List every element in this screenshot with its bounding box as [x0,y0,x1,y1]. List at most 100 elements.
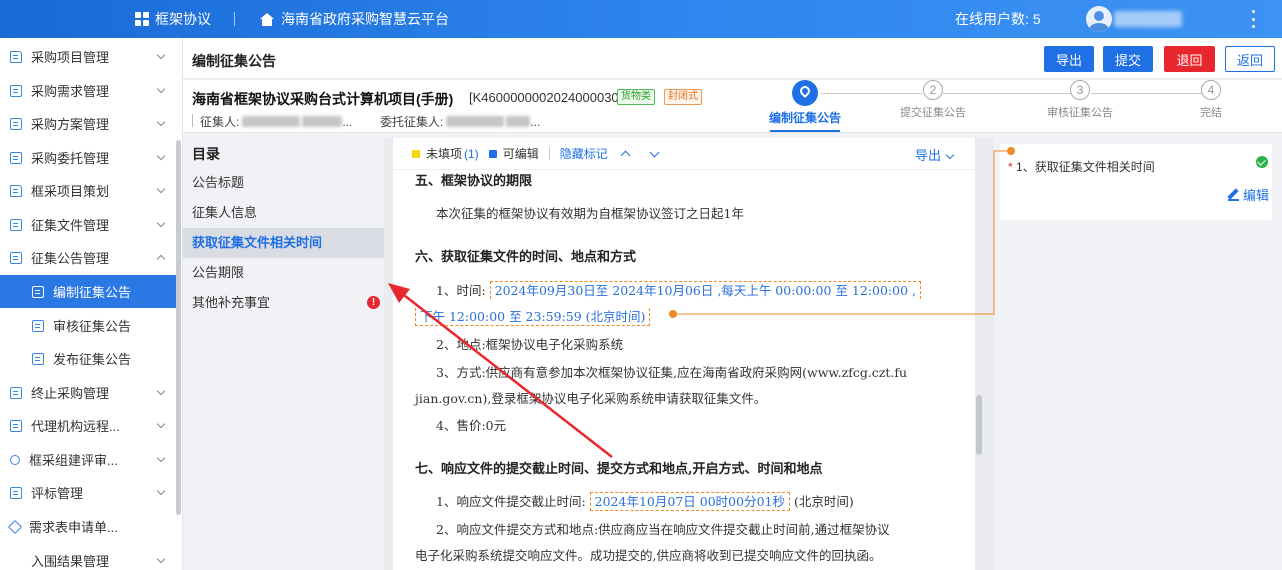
sidebar-item-bid-eval[interactable]: 评标管理 [0,476,176,509]
chevron-down-icon [156,419,166,429]
section-heading-6: 六、获取征集文件的时间、地点和方式 [415,250,637,265]
step-label: 完结 [1200,107,1222,119]
sidebar-item-label: 征集公告管理 [31,251,110,266]
field-card[interactable]: * 1、获取征集文件相关时间 编辑 [1000,144,1272,220]
sidebar-item-demand-form[interactable]: 需求表申请单... [0,510,176,543]
edit-button[interactable]: 编辑 [1228,185,1269,204]
unfilled-label: 未填项 [426,147,463,161]
platform-link[interactable]: 海南省政府采购智慧云平台 [260,0,449,38]
step-complete[interactable]: 4 完结 [1182,80,1240,120]
chevron-down-icon [156,218,166,228]
document-area: 未填项 (1) 可编辑 隐藏标记 导出 五、框架协议的期限 本次征集的框架协议有… [384,138,994,570]
toc-item-collector[interactable]: 征集人信息 [183,198,384,228]
document-icon [10,151,22,164]
field-panel: * 1、获取征集文件相关时间 编辑 [994,138,1282,570]
sidebar-item-shortlist[interactable]: 入围结果管理 [0,544,176,570]
back-button[interactable]: 返回 [1225,46,1275,72]
toc-item-other[interactable]: 其他补充事宜 ! [183,288,384,318]
submit-button[interactable]: 提交 [1103,46,1153,72]
sidebar-item-entrust[interactable]: 采购委托管理 [0,141,176,174]
time-label: 1、时间: [436,283,486,298]
document-icon [10,218,22,231]
active-step-underline [770,130,840,132]
top-bar: 框架协议 海南省政府采购智慧云平台 在线用户数: 5 [0,0,1282,38]
chevron-down-icon [156,151,166,161]
sidebar-item-label: 框采项目策划 [31,184,110,199]
step-label: 编制征集公告 [768,111,841,125]
sidebar-item-notice-mgmt[interactable]: 征集公告管理 [0,241,176,274]
project-info: 海南省框架协议采购台式计算机项目(手册) [K46000000020240000… [183,80,1282,133]
deadline-line: 1、响应文件提交截止时间: 2024年10月07日 00时00分01秒 (北京时… [436,491,854,511]
time-field-part2[interactable]: 下午 12:00:00 至 23:59:59 (北京时间) [415,308,651,326]
review-document-icon [32,319,44,332]
chevron-down-icon[interactable] [649,147,660,157]
user-group-icon [10,454,20,465]
sidebar-scrollbar[interactable] [176,140,181,515]
sidebar-item-edit-notice[interactable]: 编制征集公告 [0,275,176,308]
delegate-ellipsis: ... [530,115,541,129]
hide-marks-button[interactable]: 隐藏标记 [560,145,608,162]
chevron-down-icon [156,84,166,94]
platform-name: 海南省政府采购智慧云平台 [281,11,449,27]
sidebar-item-collection-docs[interactable]: 征集文件管理 [0,208,176,241]
doc-export-dropdown[interactable]: 导出 [914,145,955,164]
chevron-up-icon[interactable] [620,150,631,161]
app-brand[interactable]: 框架协议 [135,0,211,38]
online-count: 5 [1032,11,1041,27]
sidebar-item-label: 评标管理 [31,486,84,501]
chevron-down-icon [156,184,166,194]
toc-item-period[interactable]: 公告期限 [183,258,384,288]
method-line-2: jian.gov.cn),登录框架协议电子化采购系统申请获取征集文件。 [415,391,767,406]
unfilled-count[interactable]: (1) [464,147,479,161]
edit-label: 编辑 [1243,188,1270,203]
sidebar-item-label: 入围结果管理 [31,554,110,569]
step-label: 审核征集公告 [1047,107,1113,119]
blank-icon [10,555,22,567]
sidebar-item-review-notice[interactable]: 审核征集公告 [0,309,176,342]
sidebar-item-label: 终止采购管理 [31,386,110,401]
step-review-notice[interactable]: 3 审核征集公告 [1043,80,1117,120]
document-scrollbar[interactable] [976,395,982,455]
terminate-icon [10,386,22,399]
toc-item-title[interactable]: 公告标题 [183,168,384,198]
submit-line-2: 电子化采购系统提交响应文件。成功提交的,供应商将收到已提交响应文件的回执函。 [415,548,882,563]
chevron-down-icon [945,150,955,160]
sidebar-item-plan[interactable]: 采购方案管理 [0,107,176,140]
document-icon [10,251,22,264]
edit-document-icon [32,285,44,298]
document-icon [10,84,22,97]
check-circle-icon [1256,156,1268,168]
collector-ellipsis: ... [342,115,353,129]
folder-icon [10,184,22,197]
deadline-field[interactable]: 2024年10月07日 00时00分01秒 [589,492,790,511]
editable-label: 可编辑 [502,147,539,161]
chevron-up-icon [156,254,166,264]
doc-export-label: 导出 [914,148,941,163]
step-label: 提交征集公告 [900,107,966,119]
sidebar-item-purchase-project[interactable]: 采购项目管理 [0,40,176,73]
delegate-redacted [446,116,505,127]
user-name-redacted[interactable] [1114,11,1182,27]
export-button[interactable]: 导出 [1044,46,1094,72]
sidebar-item-agency-remote[interactable]: 代理机构远程... [0,409,176,442]
sidebar-item-label: 采购项目管理 [31,50,110,65]
time-field-part1[interactable]: 2024年09月30日至 2024年10月06日 ,每天上午 00:00:00 … [489,281,921,299]
sidebar-item-publish-notice[interactable]: 发布征集公告 [0,342,176,375]
unfilled-legend-icon [412,149,420,158]
more-menu-icon[interactable] [1250,8,1256,30]
user-avatar[interactable] [1086,6,1112,32]
sidebar-item-demand[interactable]: 采购需求管理 [0,74,176,107]
sidebar-item-terminate[interactable]: 终止采购管理 [0,376,176,409]
toc-item-doc-time[interactable]: 获取征集文件相关时间 [183,228,384,258]
sidebar-item-review-committee[interactable]: 框采组建评审... [0,443,176,476]
chevron-down-icon [156,453,166,463]
sidebar-item-framework-plan[interactable]: 框采项目策划 [0,174,176,207]
toc-title: 目录 [183,138,384,166]
time-line: 1、时间: 2024年09月30日至 2024年10月06日 ,每天上午 00:… [436,280,921,299]
online-label: 在线用户数: [955,11,1029,27]
folder-icon [10,50,22,63]
step-edit-notice[interactable]: 编制征集公告 [768,80,842,126]
sidebar-item-label: 征集文件管理 [31,218,110,233]
step-submit-notice[interactable]: 2 提交征集公告 [896,80,970,120]
return-button[interactable]: 退回 [1164,46,1215,72]
